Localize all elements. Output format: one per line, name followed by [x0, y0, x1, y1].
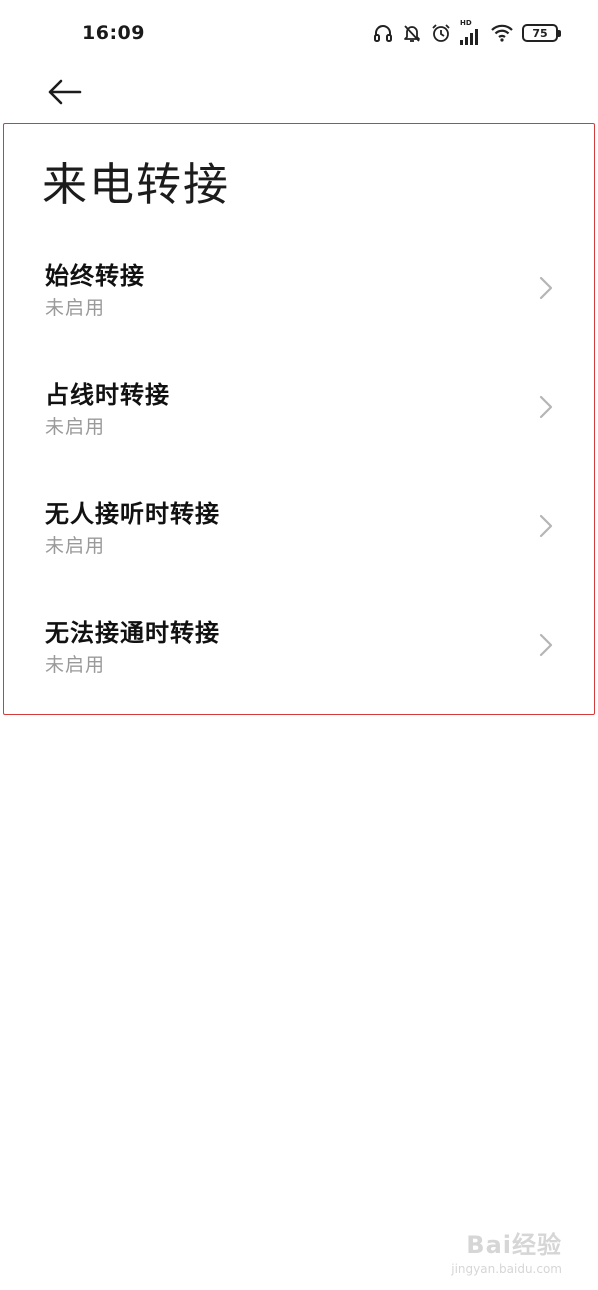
- list-item-no-answer-forward[interactable]: 无人接听时转接 未启用: [0, 474, 598, 593]
- list-item-always-forward[interactable]: 始终转接 未启用: [0, 236, 598, 355]
- signal-icon: HD: [460, 19, 482, 46]
- page-title: 来电转接: [42, 158, 231, 211]
- watermark: Bai经验 jingyan.baidu.com: [451, 1225, 562, 1276]
- status-bar: 16:09 HD 75: [0, 0, 598, 68]
- watermark-url: jingyan.baidu.com: [451, 1262, 562, 1276]
- chevron-right-icon: [538, 513, 554, 539]
- chevron-right-icon: [538, 632, 554, 658]
- battery-icon: 75: [522, 24, 561, 42]
- list-item-unreachable-forward[interactable]: 无法接通时转接 未启用: [0, 593, 598, 712]
- item-status: 未启用: [45, 535, 106, 557]
- item-status: 未启用: [45, 297, 106, 319]
- chevron-right-icon: [538, 394, 554, 420]
- settings-list: 始终转接 未启用 占线时转接 未启用 无人接听时转接 未启用 无法接通时转接 未…: [0, 236, 598, 712]
- item-status: 未启用: [45, 654, 106, 676]
- status-time: 16:09: [82, 22, 145, 44]
- item-status: 未启用: [45, 416, 106, 438]
- battery-level: 75: [532, 26, 548, 40]
- item-title: 无人接听时转接: [45, 500, 220, 528]
- watermark-logo: Bai经验: [466, 1231, 562, 1259]
- item-title: 始终转接: [45, 262, 145, 290]
- arrow-left-icon: [46, 79, 82, 109]
- item-title: 无法接通时转接: [45, 619, 220, 647]
- item-title: 占线时转接: [45, 381, 170, 409]
- hd-label: HD: [460, 19, 472, 27]
- chevron-right-icon: [538, 275, 554, 301]
- silent-bell-icon: [402, 23, 422, 43]
- list-item-busy-forward[interactable]: 占线时转接 未启用: [0, 355, 598, 474]
- wifi-icon: [491, 24, 513, 42]
- alarm-icon: [431, 23, 451, 43]
- headphones-icon: [373, 23, 393, 43]
- status-icons: HD 75: [373, 19, 561, 46]
- back-button[interactable]: [42, 76, 86, 112]
